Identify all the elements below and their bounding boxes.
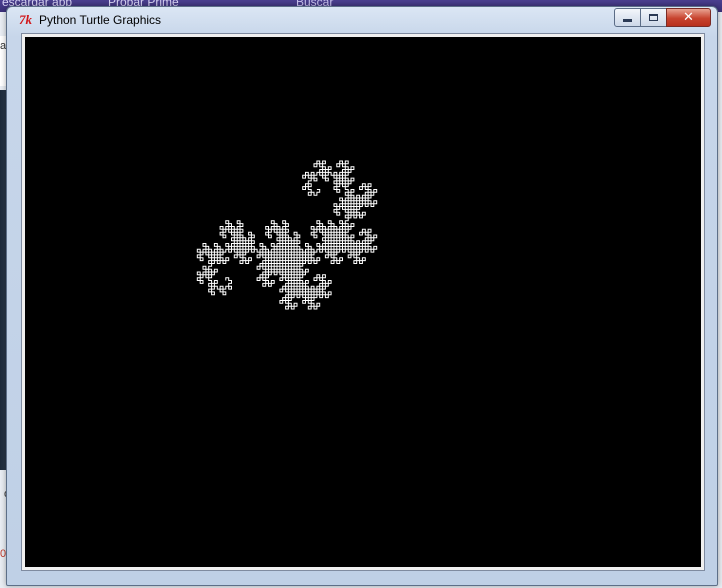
close-icon: ✕	[683, 10, 694, 25]
close-button[interactable]: ✕	[666, 8, 711, 27]
minimize-icon	[623, 19, 632, 22]
turtle-canvas[interactable]	[25, 37, 701, 567]
title-bar[interactable]: 7k Python Turtle Graphics ✕	[7, 7, 717, 33]
tk-feather-icon: 7k	[19, 12, 32, 27]
maximize-icon	[649, 14, 658, 21]
window-title: Python Turtle Graphics	[39, 13, 162, 27]
canvas-frame	[21, 33, 705, 571]
turtle-window: 7k Python Turtle Graphics ✕	[6, 6, 718, 586]
maximize-button[interactable]	[640, 8, 667, 27]
minimize-button[interactable]	[614, 8, 641, 27]
caption-buttons: ✕	[614, 8, 711, 27]
dragon-curve-drawing	[196, 160, 378, 310]
